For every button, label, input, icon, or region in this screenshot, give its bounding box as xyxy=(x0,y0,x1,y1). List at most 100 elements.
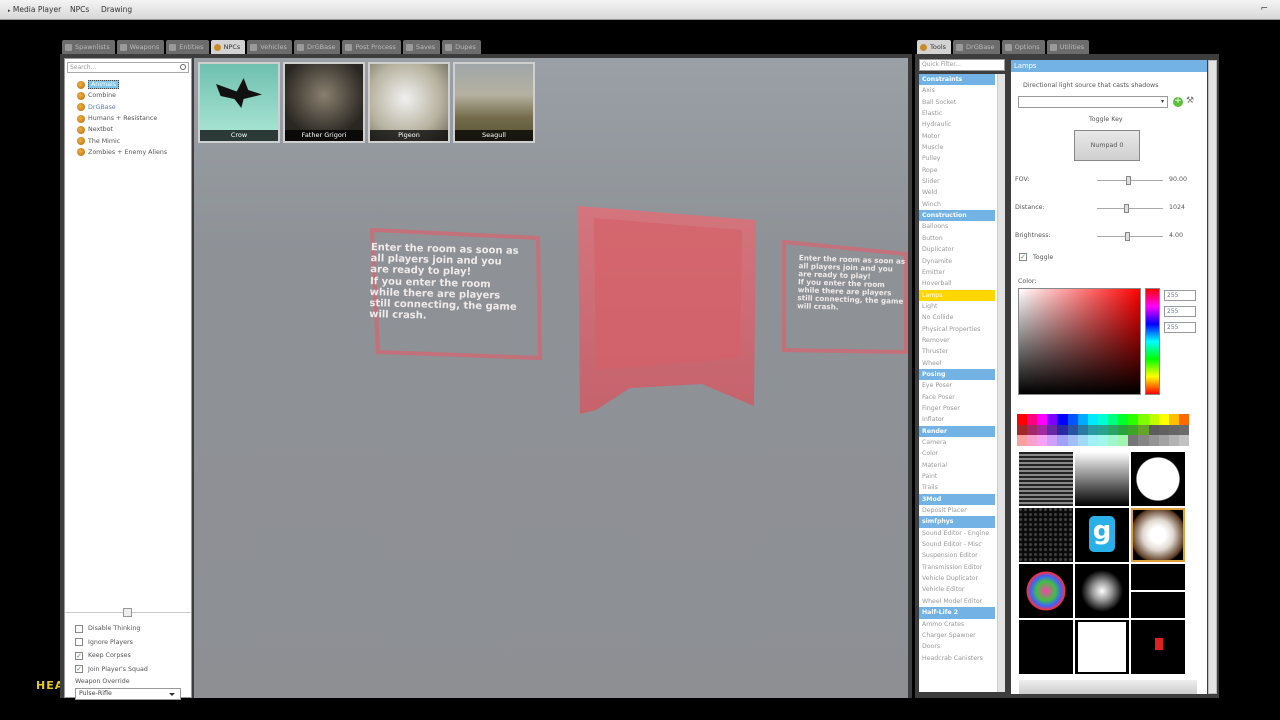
tool-item-sound-editor-misc[interactable]: Sound Editor - Misc xyxy=(919,539,995,550)
menu-drawing[interactable]: Drawing xyxy=(101,5,132,14)
tool-item-muscle[interactable]: Muscle xyxy=(919,142,995,153)
material-stripes[interactable] xyxy=(1019,452,1073,506)
key-binder-button[interactable]: Numpad 0 xyxy=(1074,130,1140,161)
tool-item-trails[interactable]: Trails xyxy=(919,482,995,493)
slider-brightness[interactable] xyxy=(1097,232,1163,241)
tab-spawnlists[interactable]: Spawnlists xyxy=(62,40,115,54)
material-white-circle[interactable] xyxy=(1131,452,1185,506)
tool-item-rope[interactable]: Rope xyxy=(919,165,995,176)
wrench-icon[interactable]: ⚒ xyxy=(1186,96,1194,106)
tool-item-doors[interactable]: Doors xyxy=(919,641,995,652)
palette-swatch[interactable] xyxy=(1158,424,1169,436)
panel-scrollbar[interactable] xyxy=(1208,60,1217,694)
palette-swatch[interactable] xyxy=(1158,435,1169,446)
tool-item-charger-spawner[interactable]: Charger Spawner xyxy=(919,630,995,641)
menu-media-player[interactable]: ▸ Media Player xyxy=(8,5,61,14)
material-gmod-logo[interactable]: g xyxy=(1075,508,1129,562)
palette-swatch[interactable] xyxy=(1057,414,1068,425)
tool-item-inflator[interactable]: Inflator xyxy=(919,414,995,425)
tool-category-render[interactable]: Render xyxy=(919,425,995,437)
tool-item-paint[interactable]: Paint xyxy=(919,471,995,482)
palette-swatch[interactable] xyxy=(1178,424,1189,436)
checkbox[interactable]: ✓ xyxy=(75,665,83,674)
tool-tab-drgbase[interactable]: DrGBase xyxy=(953,40,1000,54)
palette-swatch[interactable] xyxy=(1057,424,1068,436)
palette-swatch[interactable] xyxy=(1118,435,1129,446)
tool-category-construction[interactable]: Construction xyxy=(919,210,995,222)
palette-swatch[interactable] xyxy=(1037,424,1048,436)
slider-knob[interactable] xyxy=(1126,176,1132,185)
palette-swatch[interactable] xyxy=(1168,414,1179,425)
tool-item-light[interactable]: Light xyxy=(919,301,995,312)
palette-swatch[interactable] xyxy=(1118,424,1129,436)
tool-tab-options[interactable]: Options xyxy=(1001,40,1045,54)
tool-item-wheel-model-editor[interactable]: Wheel Model Editor xyxy=(919,596,995,607)
palette-swatch[interactable] xyxy=(1097,414,1109,425)
add-preset-icon[interactable]: + xyxy=(1173,97,1183,107)
palette-swatch[interactable] xyxy=(1077,414,1088,425)
npc-icon-father-grigori[interactable]: Father Grigori xyxy=(283,62,365,143)
palette-swatch[interactable] xyxy=(1128,414,1139,425)
palette-swatch[interactable] xyxy=(1148,424,1159,436)
tool-item-camera[interactable]: Camera xyxy=(919,437,995,448)
tool-item-wheel[interactable]: Wheel xyxy=(919,358,995,369)
tool-list-scrollbar[interactable] xyxy=(997,74,1005,692)
palette-swatch[interactable] xyxy=(1027,424,1038,436)
tool-category-posing[interactable]: Posing xyxy=(919,368,995,381)
tool-item-ammo-crates[interactable]: Ammo Crates xyxy=(919,619,995,630)
palette-swatch[interactable] xyxy=(1027,435,1038,446)
hue-slider[interactable] xyxy=(1145,288,1160,395)
material-red-dot[interactable] xyxy=(1131,620,1185,674)
tool-item-slider[interactable]: Slider xyxy=(919,176,995,187)
tool-item-elastic[interactable]: Elastic xyxy=(919,108,995,119)
palette-swatch[interactable] xyxy=(1118,414,1129,425)
tool-item-transmission-editor[interactable]: Transmission Editor xyxy=(919,562,995,573)
tool-item-dynamite[interactable]: Dynamite xyxy=(919,256,995,267)
toggle-checkbox[interactable]: ✓ xyxy=(1019,253,1027,261)
npc-category-animals[interactable]: Animals xyxy=(77,79,191,90)
tool-item-hoverball[interactable]: Hoverball xyxy=(919,278,995,289)
tool-tab-utilities[interactable]: Utilities xyxy=(1046,40,1090,54)
checkbox[interactable] xyxy=(75,638,83,647)
palette-swatch[interactable] xyxy=(1017,424,1028,436)
palette-swatch[interactable] xyxy=(1077,435,1088,446)
tool-item-eye-poser[interactable]: Eye Poser xyxy=(919,380,995,391)
palette-swatch[interactable] xyxy=(1108,414,1119,425)
tab-dupes[interactable]: Dupes xyxy=(442,40,481,54)
tool-item-material[interactable]: Material xyxy=(919,460,995,471)
slider-fov[interactable] xyxy=(1097,176,1163,185)
material-black[interactable] xyxy=(1019,620,1073,674)
palette-swatch[interactable] xyxy=(1128,435,1139,446)
palette-swatch[interactable] xyxy=(1057,435,1068,446)
corner-arrow-icon[interactable]: ⌐ xyxy=(1260,4,1268,14)
palette-swatch[interactable] xyxy=(1087,424,1098,436)
material-line[interactable] xyxy=(1131,564,1185,618)
material-white-square[interactable] xyxy=(1075,620,1129,674)
npc-search-input[interactable]: Search... xyxy=(67,62,189,73)
tool-item-ball-socket[interactable]: Ball Socket xyxy=(919,97,995,108)
npc-icon-pigeon[interactable]: Pigeon xyxy=(368,62,450,143)
tool-item-vehicle-duplicator[interactable]: Vehicle Duplicator xyxy=(919,573,995,584)
npc-category-nextbot[interactable]: Nextbot xyxy=(77,124,191,135)
palette-swatch[interactable] xyxy=(1047,414,1058,425)
tool-category-3mod[interactable]: 3Mod xyxy=(919,493,995,506)
material-gradient[interactable] xyxy=(1075,452,1129,506)
checkbox[interactable] xyxy=(75,624,83,633)
tool-item-balloons[interactable]: Balloons xyxy=(919,221,995,232)
tool-item-face-poser[interactable]: Face Poser xyxy=(919,392,995,403)
tool-item-pulley[interactable]: Pulley xyxy=(919,153,995,164)
slider-distance[interactable] xyxy=(1097,204,1163,213)
palette-swatch[interactable] xyxy=(1168,435,1179,446)
palette-swatch[interactable] xyxy=(1037,414,1048,425)
tool-item-winch[interactable]: Winch xyxy=(919,199,995,210)
model-strip[interactable] xyxy=(1019,680,1197,694)
palette-swatch[interactable] xyxy=(1067,424,1078,436)
menu-npcs[interactable]: NPCs xyxy=(70,5,89,14)
palette-swatch[interactable] xyxy=(1027,414,1038,425)
tool-item-emitter[interactable]: Emitter xyxy=(919,267,995,278)
palette-swatch[interactable] xyxy=(1138,424,1149,436)
palette-swatch[interactable] xyxy=(1108,435,1119,446)
tool-item-suspension-editor[interactable]: Suspension Editor xyxy=(919,550,995,561)
tab-npcs[interactable]: NPCs xyxy=(210,40,246,54)
rgb-input-1[interactable]: 255 xyxy=(1164,306,1196,317)
